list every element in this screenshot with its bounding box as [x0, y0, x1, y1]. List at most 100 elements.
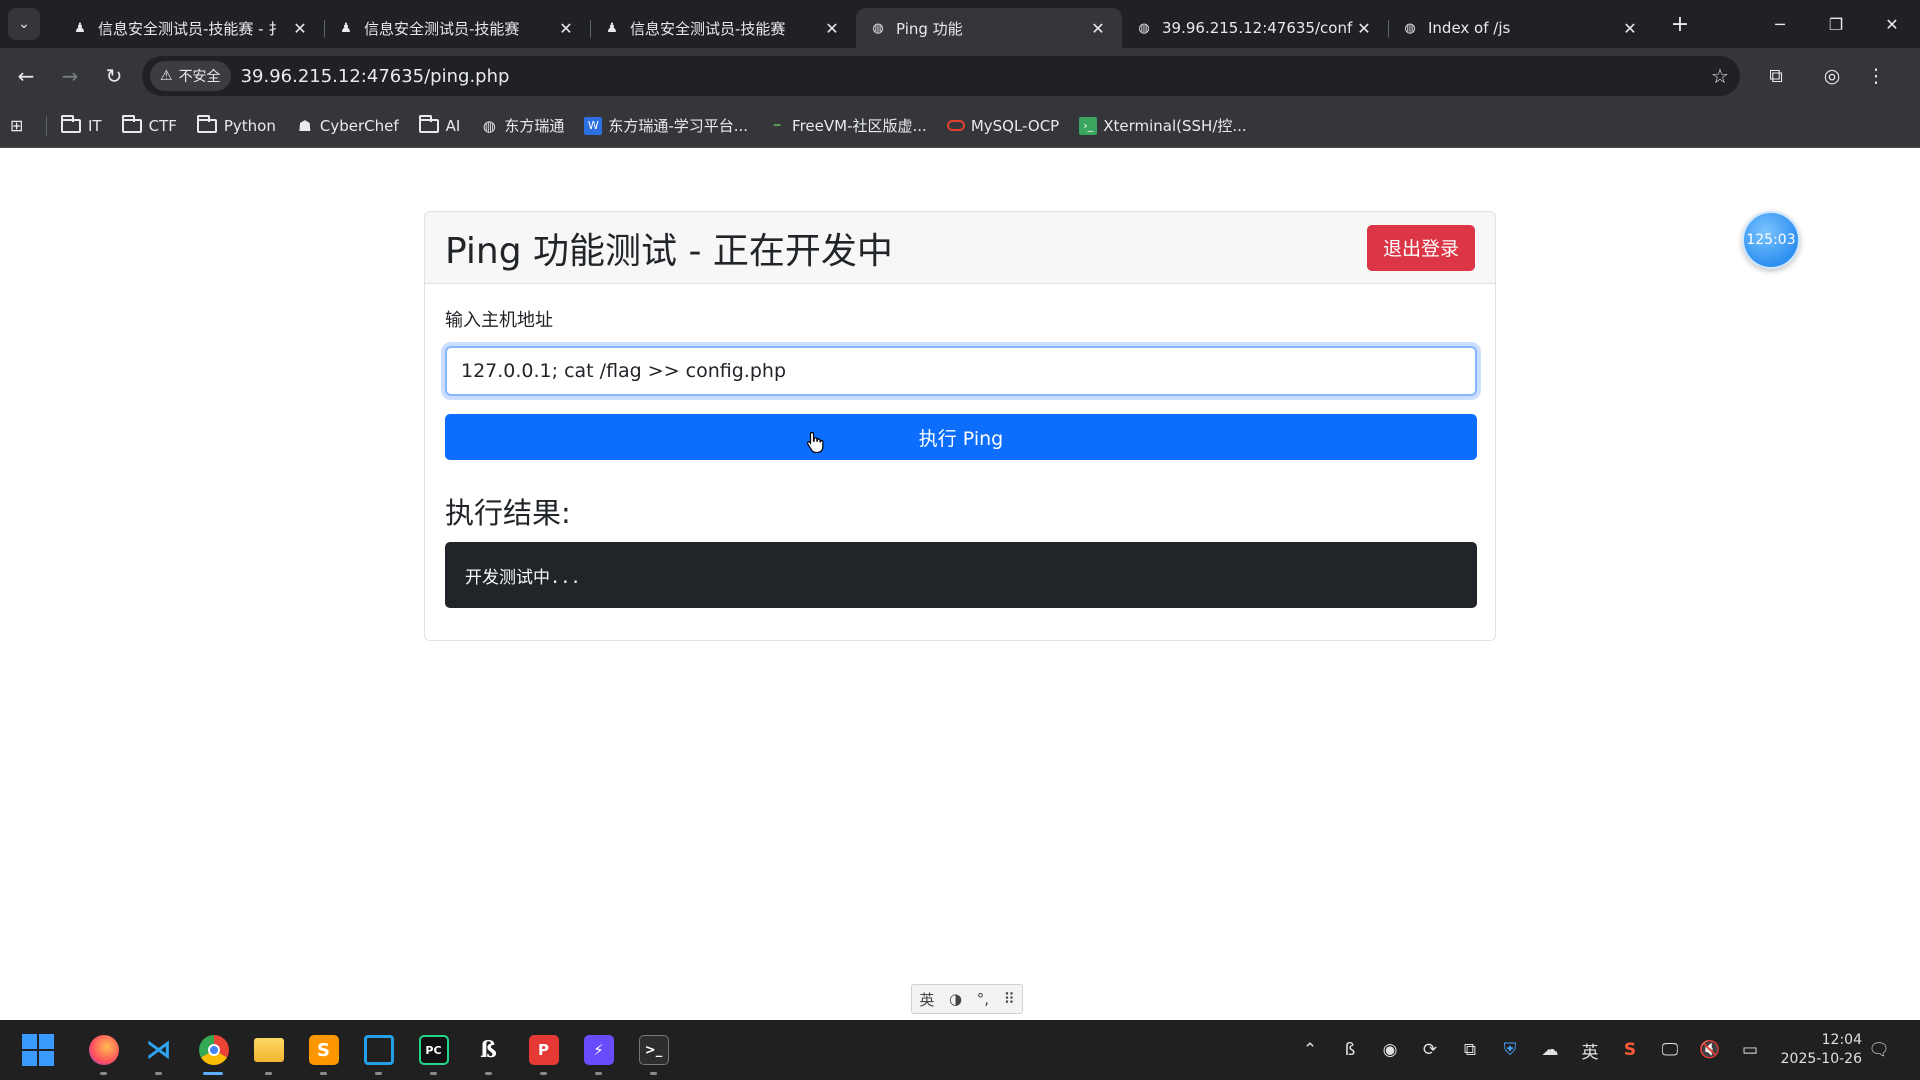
firefox-icon: [88, 1035, 119, 1065]
bookmark-freevm[interactable]: ━ FreeVM-社区版虚...: [768, 115, 927, 136]
shield-icon[interactable]: ⛨: [1490, 1040, 1530, 1060]
freevm-icon: ━: [773, 119, 781, 132]
forward-button[interactable]: →: [52, 58, 88, 94]
bookmark-dongfang-learning[interactable]: W 东方瑞通-学习平台...: [584, 115, 748, 136]
tab-5[interactable]: ◍ Index of /js ✕: [1388, 8, 1654, 48]
tab-3-active[interactable]: ◍ Ping 功能 ✕: [856, 8, 1122, 48]
close-icon[interactable]: ✕: [556, 19, 576, 38]
ping-button[interactable]: 执行 Ping: [445, 414, 1477, 460]
reload-icon: ↻: [105, 64, 123, 88]
star-icon[interactable]: ☆: [1700, 64, 1740, 88]
burp-icon: ß: [480, 1037, 497, 1063]
close-icon[interactable]: ✕: [1620, 19, 1640, 38]
tab-0[interactable]: ♟ 信息安全测试员-技能赛 - 扌 ✕: [58, 8, 324, 48]
bookmark-it[interactable]: IT: [61, 114, 102, 135]
network-icon[interactable]: 🖵: [1650, 1040, 1690, 1060]
purple-app[interactable]: ⚡: [571, 1022, 626, 1078]
minimize-button[interactable]: ─: [1752, 0, 1808, 48]
bookmark-ai[interactable]: AI: [418, 114, 460, 135]
ime-lang[interactable]: 英: [919, 989, 934, 1010]
close-icon[interactable]: ✕: [1354, 19, 1374, 38]
tool-purple-icon: ⚡: [583, 1035, 614, 1065]
arrow-right-icon: →: [61, 64, 79, 88]
firefox-app[interactable]: [76, 1022, 131, 1078]
terminal-icon: >_: [638, 1035, 669, 1065]
reload-button[interactable]: ↻: [96, 58, 132, 94]
devices-icon[interactable]: ⧉: [1450, 1040, 1490, 1060]
security-chip[interactable]: ⚠ 不安全: [150, 61, 231, 91]
close-icon[interactable]: ✕: [822, 19, 842, 38]
host-input[interactable]: [445, 346, 1477, 396]
tab-2[interactable]: ♟ 信息安全测试员-技能赛 ✕: [590, 8, 856, 48]
timer-badge[interactable]: 125:03: [1742, 211, 1800, 269]
address-bar[interactable]: ⚠ 不安全 39.96.215.12:47635/ping.php ☆: [142, 56, 1740, 96]
restore-button[interactable]: ❐: [1808, 0, 1864, 48]
globe-icon: ◍: [872, 20, 884, 36]
burp-tray-icon[interactable]: ß: [1330, 1040, 1370, 1060]
file-explorer-app[interactable]: [241, 1022, 296, 1078]
bookmark-cyberchef[interactable]: ☗ CyberChef: [296, 117, 399, 135]
logout-button[interactable]: 退出登录: [1366, 224, 1475, 271]
bookmark-dongfang[interactable]: ◍ 东方瑞通: [480, 115, 565, 136]
bookmark-mysql-ocp[interactable]: MySQL-OCP: [946, 116, 1060, 135]
bookmark-label: MySQL-OCP: [970, 116, 1060, 135]
red-app[interactable]: P: [516, 1022, 571, 1078]
person-icon: ♟: [606, 20, 618, 36]
profile-button[interactable]: ◎: [1810, 56, 1854, 96]
taskbar: ⋊ S PC ß P ⚡ >_ ⌃ ß ◉ ⟳ ⧉ ⛨ ☁ 英 S 🖵 🔇 ▭ …: [0, 1020, 1920, 1080]
bookmark-xterminal[interactable]: ›_ Xterminal(SSH/控...: [1079, 115, 1247, 136]
chrome-app[interactable]: [186, 1022, 241, 1078]
tab-4[interactable]: ◍ 39.96.215.12:47635/conf ✕: [1122, 8, 1388, 48]
bookmark-label: 东方瑞通: [504, 117, 565, 135]
input-language[interactable]: 英: [1570, 1038, 1610, 1063]
bookmark-ctf[interactable]: CTF: [121, 114, 177, 135]
pycharm-icon: PC: [418, 1035, 449, 1065]
tab-1[interactable]: ♟ 信息安全测试员-技能赛 ✕: [324, 8, 590, 48]
new-tab-button[interactable]: +: [1664, 8, 1696, 40]
oracle-icon: [946, 117, 965, 135]
tab-search-button[interactable]: ⌄: [8, 8, 40, 40]
ime-punct-icon[interactable]: °,: [977, 990, 989, 1008]
ime-moon-icon[interactable]: ◑: [949, 990, 962, 1008]
windows-start-icon[interactable]: [22, 1034, 54, 1066]
battery-icon[interactable]: ▭: [1730, 1040, 1770, 1060]
pycharm-app[interactable]: PC: [406, 1022, 461, 1078]
ime-toolbar[interactable]: 英 ◑ °, ⠿: [911, 984, 1023, 1014]
globe-icon: ◍: [1404, 20, 1416, 36]
tab-title: Index of /js: [1428, 19, 1511, 37]
tab-strip: ⌄ ♟ 信息安全测试员-技能赛 - 扌 ✕ ♟ 信息安全测试员-技能赛 ✕ ♟ …: [0, 0, 1920, 48]
remote-app[interactable]: [351, 1022, 406, 1078]
folder-icon: [121, 114, 142, 133]
back-button[interactable]: ←: [8, 58, 44, 94]
close-window-button[interactable]: ✕: [1864, 0, 1920, 48]
bookmark-label: IT: [88, 116, 102, 135]
minimize-icon: ─: [1775, 14, 1785, 34]
sogou-icon[interactable]: S: [1610, 1040, 1650, 1060]
chevron-up-icon[interactable]: ⌃: [1290, 1040, 1330, 1060]
app-tray-icon[interactable]: ◉: [1370, 1040, 1410, 1060]
clock[interactable]: 12:04 2025-10-26: [1778, 1031, 1862, 1069]
vscode-app[interactable]: ⋊: [131, 1022, 186, 1078]
sublime-app[interactable]: S: [296, 1022, 351, 1078]
chef-icon: ☗: [298, 116, 312, 135]
tabs: ♟ 信息安全测试员-技能赛 - 扌 ✕ ♟ 信息安全测试员-技能赛 ✕ ♟ 信息…: [58, 0, 1654, 48]
bookmark-python[interactable]: Python: [196, 114, 276, 135]
vscode-icon: ⋊: [145, 1035, 172, 1065]
ime-grid-icon[interactable]: ⠿: [1004, 990, 1015, 1008]
volume-muted-icon[interactable]: 🔇: [1690, 1040, 1730, 1060]
bookmark-label: Python: [223, 116, 276, 135]
card-header: Ping 功能测试 - 正在开发中 退出登录: [425, 212, 1495, 284]
bookmark-label: FreeVM-社区版虚...: [792, 117, 927, 135]
folder-icon: [418, 114, 439, 133]
terminal-app[interactable]: >_: [626, 1022, 681, 1078]
extensions-button[interactable]: ⧉: [1754, 56, 1798, 96]
burp-app[interactable]: ß: [461, 1022, 516, 1078]
apps-grid-icon[interactable]: ⊞: [10, 116, 34, 135]
close-icon[interactable]: ✕: [1088, 19, 1108, 38]
close-icon[interactable]: ✕: [290, 19, 310, 38]
cloud-icon[interactable]: ☁: [1530, 1040, 1570, 1060]
url-text[interactable]: 39.96.215.12:47635/ping.php: [241, 66, 1700, 87]
notification-icon[interactable]: 🗨: [1862, 1040, 1896, 1060]
sync-icon[interactable]: ⟳: [1410, 1040, 1450, 1060]
menu-button[interactable]: ⋮: [1854, 56, 1898, 96]
